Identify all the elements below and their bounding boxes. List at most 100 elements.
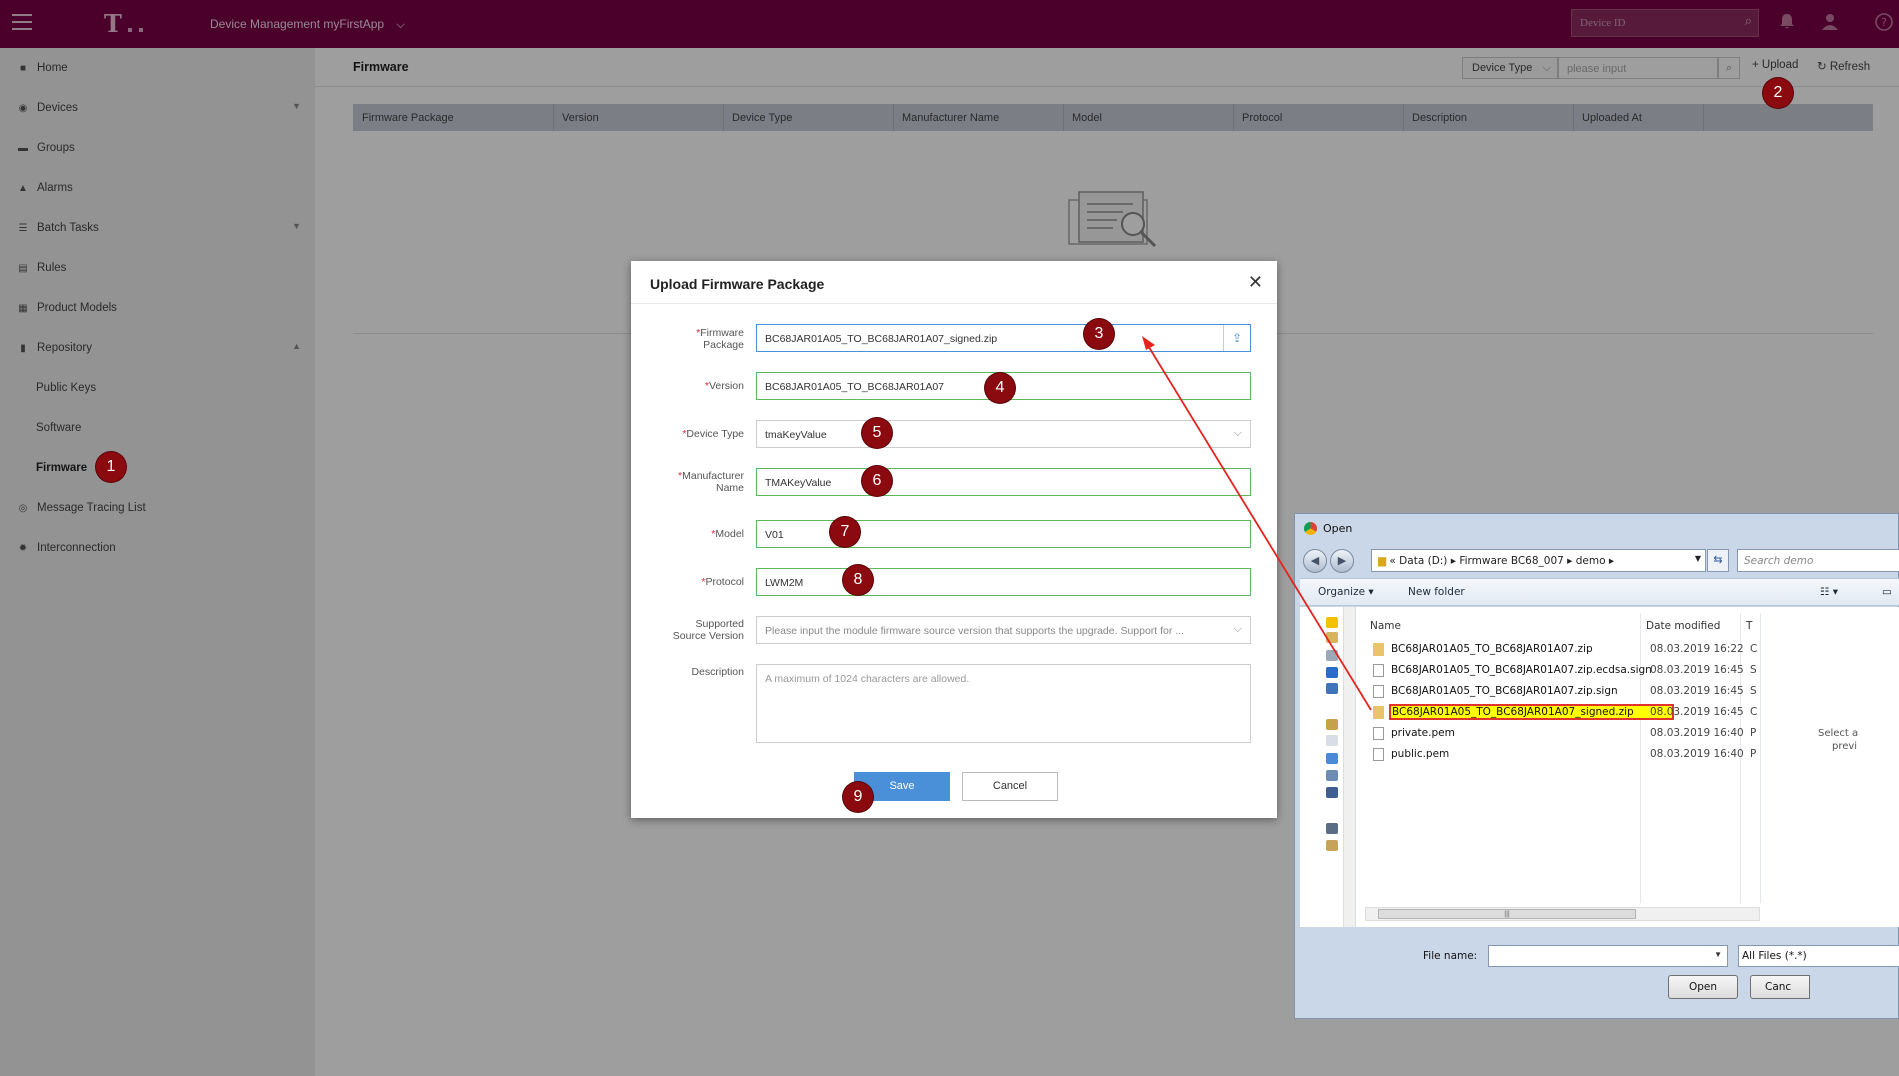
firmware-package-field[interactable]: BC68JAR01A05_TO_BC68JAR01A07_signed.zip …: [756, 324, 1251, 352]
zip-folder-icon: [1373, 706, 1384, 719]
device-type-field[interactable]: tmaKeyValue ⌵: [756, 420, 1251, 448]
device-type-value: tmaKeyValue: [765, 429, 827, 441]
music-icon[interactable]: [1326, 753, 1338, 764]
back-arrow-icon[interactable]: ◀: [1303, 549, 1327, 573]
supported-source-version-field[interactable]: Please input the module firmware source …: [756, 616, 1251, 644]
file-type: S: [1750, 664, 1757, 676]
upload-icon[interactable]: ⇪: [1223, 325, 1250, 351]
network-icon[interactable]: [1326, 650, 1338, 661]
document-icon[interactable]: [1326, 735, 1338, 746]
folder-icon: ▆: [1378, 555, 1390, 567]
step-badge: 1: [96, 452, 126, 482]
step-badge: 9: [843, 782, 873, 812]
chevron-down-icon: ⌵: [1233, 623, 1242, 636]
cancel-button[interactable]: Cancel: [962, 772, 1058, 801]
file-icon: [1373, 748, 1384, 761]
file-name: private.pem: [1391, 727, 1455, 739]
file-type: C: [1750, 706, 1758, 718]
file-date: 08.03.2019 16:22: [1650, 643, 1744, 655]
address-bar[interactable]: ▆ « Data (D:) ▸ Firmware BC68_007 ▸ demo…: [1371, 549, 1706, 572]
favorites-star-icon[interactable]: [1326, 617, 1338, 628]
supported-source-version-placeholder: Please input the module firmware source …: [765, 625, 1185, 637]
file-type: P: [1750, 748, 1757, 760]
chevron-down-icon: ⌵: [1233, 427, 1242, 439]
chevron-down-icon[interactable]: ▼: [1714, 950, 1722, 959]
pictures-icon[interactable]: [1326, 770, 1338, 781]
firmware-package-value: BC68JAR01A05_TO_BC68JAR01A07_signed.zip: [765, 333, 998, 345]
scrollbar-thumb[interactable]: |||: [1378, 909, 1636, 919]
file-date: 08.03.2019 16:40: [1650, 727, 1744, 739]
videos-icon[interactable]: [1326, 787, 1338, 798]
file-row[interactable]: BC68JAR01A05_TO_BC68JAR01A07.zip 08.03.20…: [1365, 641, 1899, 658]
file-type-select[interactable]: All Files (*.*): [1738, 945, 1899, 967]
drive-icon[interactable]: [1326, 683, 1338, 694]
file-date: 08.03.2019 16:45: [1650, 685, 1744, 697]
type-column-header[interactable]: T: [1746, 620, 1752, 632]
step-badge: 3: [1084, 319, 1114, 349]
open-button[interactable]: Open: [1668, 975, 1738, 999]
preview-pane-text: Select a previ: [1818, 728, 1859, 752]
computer-icon[interactable]: [1326, 823, 1338, 834]
description-label: Description: [691, 666, 744, 678]
organize-button[interactable]: Organize ▾: [1318, 586, 1374, 598]
folder-icon[interactable]: [1326, 840, 1338, 851]
view-options-icon[interactable]: ☷ ▾: [1820, 586, 1838, 598]
sharepoint-icon[interactable]: [1326, 667, 1338, 678]
libraries-icon[interactable]: [1326, 719, 1338, 730]
supported-source-version-label: Supported Source Version: [672, 618, 744, 642]
step-badge: 8: [843, 565, 873, 595]
step-badge: 6: [862, 466, 892, 496]
file-date: 08.03.2019 16:40: [1650, 748, 1744, 760]
file-name: BC68JAR01A05_TO_BC68JAR01A07.zip.sign: [1391, 685, 1618, 697]
file-name-input[interactable]: ▼: [1488, 945, 1728, 967]
step-badge: 5: [862, 418, 892, 448]
file-open-dialog: Open ◀ ▶ ▆ « Data (D:) ▸ Firmware BC68_0…: [1294, 513, 1899, 1019]
device-type-label: *Device Type: [682, 428, 744, 440]
file-row[interactable]: BC68JAR01A05_TO_BC68JAR01A07.zip.sign 08.…: [1365, 683, 1899, 700]
navigation-scrollbar[interactable]: [1343, 607, 1355, 927]
folder-icon[interactable]: [1326, 632, 1338, 643]
file-dialog-title: Open: [1323, 522, 1353, 535]
file-name: BC68JAR01A05_TO_BC68JAR01A07.zip.ecdsa.s…: [1391, 664, 1652, 676]
file-name-label: File name:: [1423, 950, 1478, 962]
description-field[interactable]: A maximum of 1024 characters are allowed…: [756, 664, 1251, 743]
refresh-icon[interactable]: ⇆: [1707, 549, 1729, 572]
file-date: 08.03.2019 16:45: [1650, 706, 1744, 718]
horizontal-scrollbar[interactable]: |||: [1365, 907, 1760, 921]
file-browser-pane: Name Date modified T BC68JAR01A05_TO_BC6…: [1300, 607, 1899, 927]
file-name: public.pem: [1391, 748, 1450, 760]
file-name: BC68JAR01A05_TO_BC68JAR01A07_signed.zip: [1389, 704, 1674, 720]
version-label: *Version: [704, 380, 744, 392]
file-name: BC68JAR01A05_TO_BC68JAR01A07.zip: [1391, 643, 1593, 655]
dialog-title: Upload Firmware Package: [650, 276, 825, 292]
manufacturer-name-field[interactable]: TMAKeyValue: [756, 468, 1251, 496]
file-icon: [1373, 664, 1384, 677]
file-type: P: [1750, 727, 1757, 739]
step-badge: 7: [830, 517, 860, 547]
search-demo-input[interactable]: Search demo: [1737, 549, 1899, 572]
forward-arrow-icon[interactable]: ▶: [1330, 549, 1354, 573]
zip-folder-icon: [1373, 643, 1384, 656]
file-dialog-toolbar: Organize ▾ New folder ☷ ▾ ▭: [1300, 578, 1899, 606]
navigation-pane: [1300, 607, 1356, 927]
preview-pane-icon[interactable]: ▭: [1882, 586, 1892, 598]
step-badge: 2: [1763, 78, 1793, 108]
firmware-package-label: *Firmware Package: [696, 327, 744, 351]
name-column-header[interactable]: Name: [1370, 620, 1401, 632]
protocol-label: *Protocol: [701, 576, 744, 588]
new-folder-button[interactable]: New folder: [1408, 586, 1465, 598]
file-icon: [1373, 727, 1384, 740]
dialog-divider: [631, 303, 1277, 304]
manufacturer-name-label: *Manufacturer Name: [678, 470, 744, 494]
close-icon[interactable]: ✕: [1248, 272, 1263, 293]
model-label: *Model: [711, 528, 744, 540]
cancel-dialog-button[interactable]: Canc: [1750, 975, 1810, 999]
protocol-field[interactable]: LWM2M: [756, 568, 1251, 596]
file-row[interactable]: BC68JAR01A05_TO_BC68JAR01A07.zip.ecdsa.s…: [1365, 662, 1899, 679]
file-date: 08.03.2019 16:45: [1650, 664, 1744, 676]
chevron-down-icon[interactable]: ▼: [1695, 554, 1701, 563]
upload-firmware-dialog: Upload Firmware Package ✕ *Firmware Packa…: [631, 261, 1277, 818]
date-modified-column-header[interactable]: Date modified: [1646, 620, 1720, 632]
step-badge: 4: [985, 373, 1015, 403]
file-row-selected[interactable]: BC68JAR01A05_TO_BC68JAR01A07_signed.zip 0…: [1365, 704, 1899, 721]
